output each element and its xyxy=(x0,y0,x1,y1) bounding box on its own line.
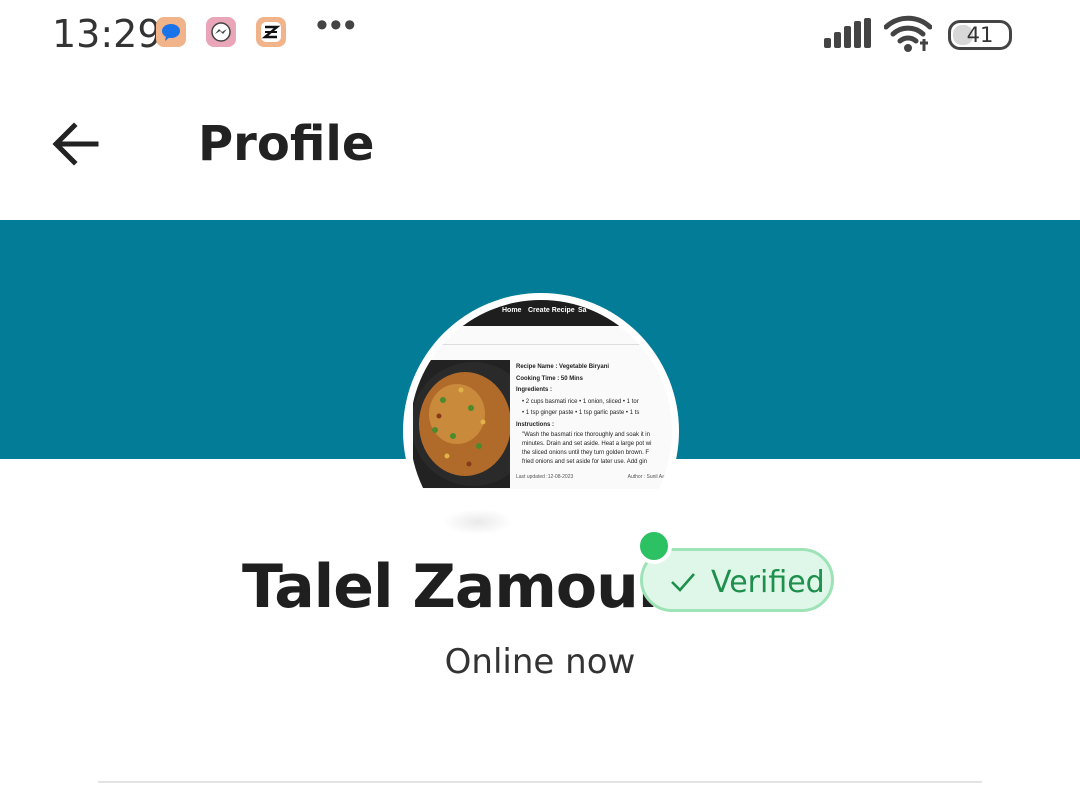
online-indicator xyxy=(636,528,672,564)
cooking-time: Cooking Time : 50 Mins xyxy=(516,375,583,382)
ingredient-line: • 2 cups basmati rice • 1 onion, sliced … xyxy=(522,398,639,405)
instruction-line: minutes. Drain and set aside. Heat a lar… xyxy=(522,441,652,447)
avatar[interactable]: Home Create Recipe Sa Recipe Name: Vege… xyxy=(403,293,679,569)
mock-nav-item: Sa xyxy=(578,307,587,314)
wifi-icon xyxy=(884,15,932,52)
ingredient-line: • 1 tsp ginger paste • 1 tsp garlic past… xyxy=(522,410,640,416)
clock: 13:29 xyxy=(52,12,162,56)
checkmark-icon xyxy=(671,573,695,592)
recipe-details: Recipe Name : Vegetable Biryani Cooking … xyxy=(516,362,672,467)
instruction-line: "Wash the basmati rice thoroughly and so… xyxy=(522,432,650,438)
mock-nav-item: Home xyxy=(502,307,522,314)
recipe-name: Recipe Name : Vegetable Biryani xyxy=(516,364,610,370)
verified-label: Verified xyxy=(711,565,825,600)
messages-icon xyxy=(156,17,186,47)
status-bar: 13:29 ••• 41 xyxy=(0,0,1080,70)
instruction-line: the sliced onions until they turn golden… xyxy=(522,450,650,456)
avatar-shadow xyxy=(443,509,513,535)
profile-name: Talel Zamouri xyxy=(242,552,687,622)
biryani-photo xyxy=(413,360,510,488)
capcut-icon xyxy=(256,17,286,47)
instructions-heading: Instructions : xyxy=(516,421,555,428)
ingredients-heading: Ingredients : xyxy=(516,387,553,393)
divider xyxy=(98,781,982,783)
battery-icon: 41 xyxy=(948,20,1012,50)
verified-badge: Verified xyxy=(640,548,834,612)
last-updated: Last updated :12-08-2023 xyxy=(516,474,574,480)
arrow-left-icon xyxy=(52,122,99,166)
more-notifications-icon: ••• xyxy=(316,6,358,44)
messenger-icon xyxy=(206,17,236,47)
mock-nav-item: Create Recipe xyxy=(528,307,575,314)
battery-percentage: 41 xyxy=(966,23,994,47)
online-status: Online now xyxy=(444,642,636,682)
mock-divider xyxy=(440,344,672,345)
author: Author : Sunil Aai xyxy=(627,474,666,480)
app-bar: Profile xyxy=(0,70,1080,220)
page-title: Profile xyxy=(198,116,375,172)
recipe-footer: Last updated :12-08-2023 Author : Sunil … xyxy=(516,474,666,480)
mock-navbar: Home Create Recipe Sa xyxy=(410,300,672,326)
back-button[interactable] xyxy=(50,116,106,172)
signal-icon xyxy=(824,18,871,48)
instruction-line: fried onions and set aside for later use… xyxy=(522,459,648,465)
